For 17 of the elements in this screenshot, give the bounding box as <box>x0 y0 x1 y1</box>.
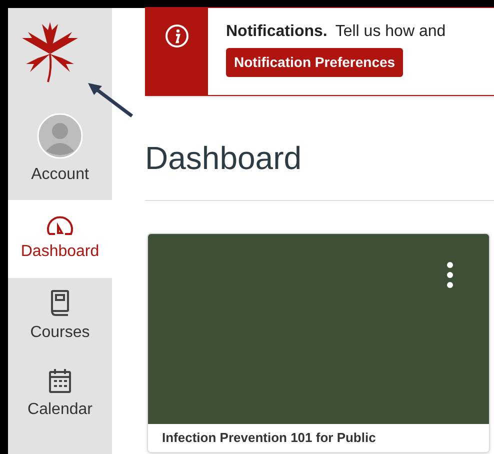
avatar-icon <box>37 113 83 159</box>
course-card[interactable]: Infection Prevention 101 for Public <box>147 233 490 453</box>
nav-item[interactable]: Account <box>8 100 112 200</box>
nav-item[interactable]: Courses <box>8 278 112 356</box>
course-title[interactable]: Infection Prevention 101 for Public <box>162 430 376 445</box>
speedometer-icon <box>45 214 75 236</box>
notification-title: Notifications. <box>226 22 328 42</box>
page-heading: Dashboard <box>145 139 302 178</box>
book-icon <box>49 289 71 317</box>
nav-item[interactable]: Dashboard <box>8 200 112 278</box>
annotation-arrow <box>86 80 134 118</box>
info-icon <box>165 24 189 48</box>
notification-preferences-button[interactable]: Notification Preferences <box>226 48 404 77</box>
notification-text: Tell us how and <box>335 22 446 42</box>
nav-item[interactable]: Calendar <box>8 356 112 434</box>
calendar-icon <box>48 368 72 394</box>
more-options-icon[interactable] <box>447 262 453 288</box>
